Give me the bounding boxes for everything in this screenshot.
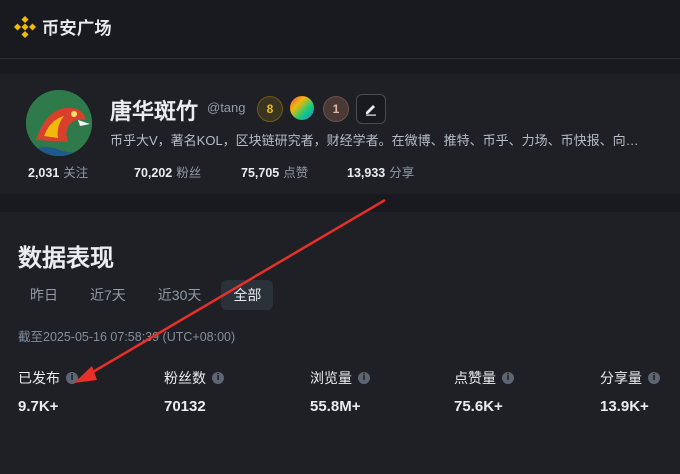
metric-label: 分享量 [600,370,642,386]
metric-views: 浏览量 i 55.8M+ [310,368,450,415]
tab-7-days[interactable]: 近7天 [78,280,138,310]
shares-count: 13,933 分享 [347,162,414,181]
following-count[interactable]: 2,031 关注 [28,162,134,181]
stat-label: 分享 [389,166,415,180]
metric-published: 已发布 i 9.7K+ [18,368,158,415]
info-icon[interactable]: i [648,372,660,384]
display-name: 唐华斑竹 [110,99,199,124]
metric-value: 75.6K+ [454,398,503,415]
binance-logo-icon [14,15,36,38]
brand-logo[interactable]: 币安广场 [14,14,112,39]
tab-yesterday[interactable]: 昨日 [18,280,70,310]
stat-value: 75,705 [241,166,280,180]
data-timestamp: 截至2025-05-16 07:58:39 (UTC+08:00) [18,330,236,344]
edit-profile-button[interactable] [356,94,386,124]
profile-stats: 2,031 关注 70,202 粉丝 75,705 点赞 13,933 分享 [28,162,414,181]
metric-value: 70132 [164,398,206,415]
metric-value: 55.8M+ [310,398,361,415]
metric-label: 浏览量 [310,370,352,386]
metric-shares: 分享量 i 13.9K+ [600,368,680,415]
stat-label: 关注 [63,166,89,180]
likes-count: 75,705 点赞 [241,162,347,181]
stat-value: 70,202 [134,166,173,180]
avatar[interactable] [26,90,92,156]
metric-value: 13.9K+ [600,398,649,415]
metric-label: 已发布 [18,370,60,386]
stat-value: 13,933 [347,166,386,180]
profile-bio: 币乎大V，著名KOL，区块链研究者，财经学者。在微博、推特、币乎、力场、币快报、… [110,133,639,148]
tab-30-days[interactable]: 近30天 [146,280,214,310]
section-title: 数据表现 [18,245,114,272]
rank-1-icon[interactable]: 1 [323,96,349,122]
metric-likes: 点赞量 i 75.6K+ [454,368,594,415]
info-icon[interactable]: i [212,372,224,384]
stat-label: 粉丝 [176,166,202,180]
info-icon[interactable]: i [502,372,514,384]
tab-all[interactable]: 全部 [221,280,274,310]
analytics-section: 数据表现 昨日 近7天 近30天 全部 截至2025-05-16 07:58:3… [0,212,680,474]
brand-name: 币安广场 [42,19,112,38]
metric-value: 9.7K+ [18,398,59,415]
metric-label: 点赞量 [454,370,496,386]
metric-label: 粉丝数 [164,370,206,386]
pencil-icon [366,105,376,116]
stat-label: 点赞 [283,166,309,180]
info-icon[interactable]: i [358,372,370,384]
medal-8-icon[interactable]: 8 [257,96,283,122]
followers-count[interactable]: 70,202 粉丝 [134,162,241,181]
stat-value: 2,031 [28,166,60,180]
period-tabs: 昨日 近7天 近30天 全部 [18,280,274,310]
user-handle: @tang [207,100,246,115]
badge-text: 1 [332,102,340,116]
info-icon[interactable]: i [66,372,78,384]
profile-card: 唐华斑竹 @tang 8 1 币乎大V，著名KOL，区块链研究者，财经学者。在微… [0,74,680,194]
dragon-avatar-image [26,90,92,156]
badge-text: 8 [266,102,274,116]
rainbow-shield-icon[interactable] [290,96,314,120]
metric-followers: 粉丝数 i 70132 [164,368,304,415]
top-bar: 币安广场 [0,0,680,59]
